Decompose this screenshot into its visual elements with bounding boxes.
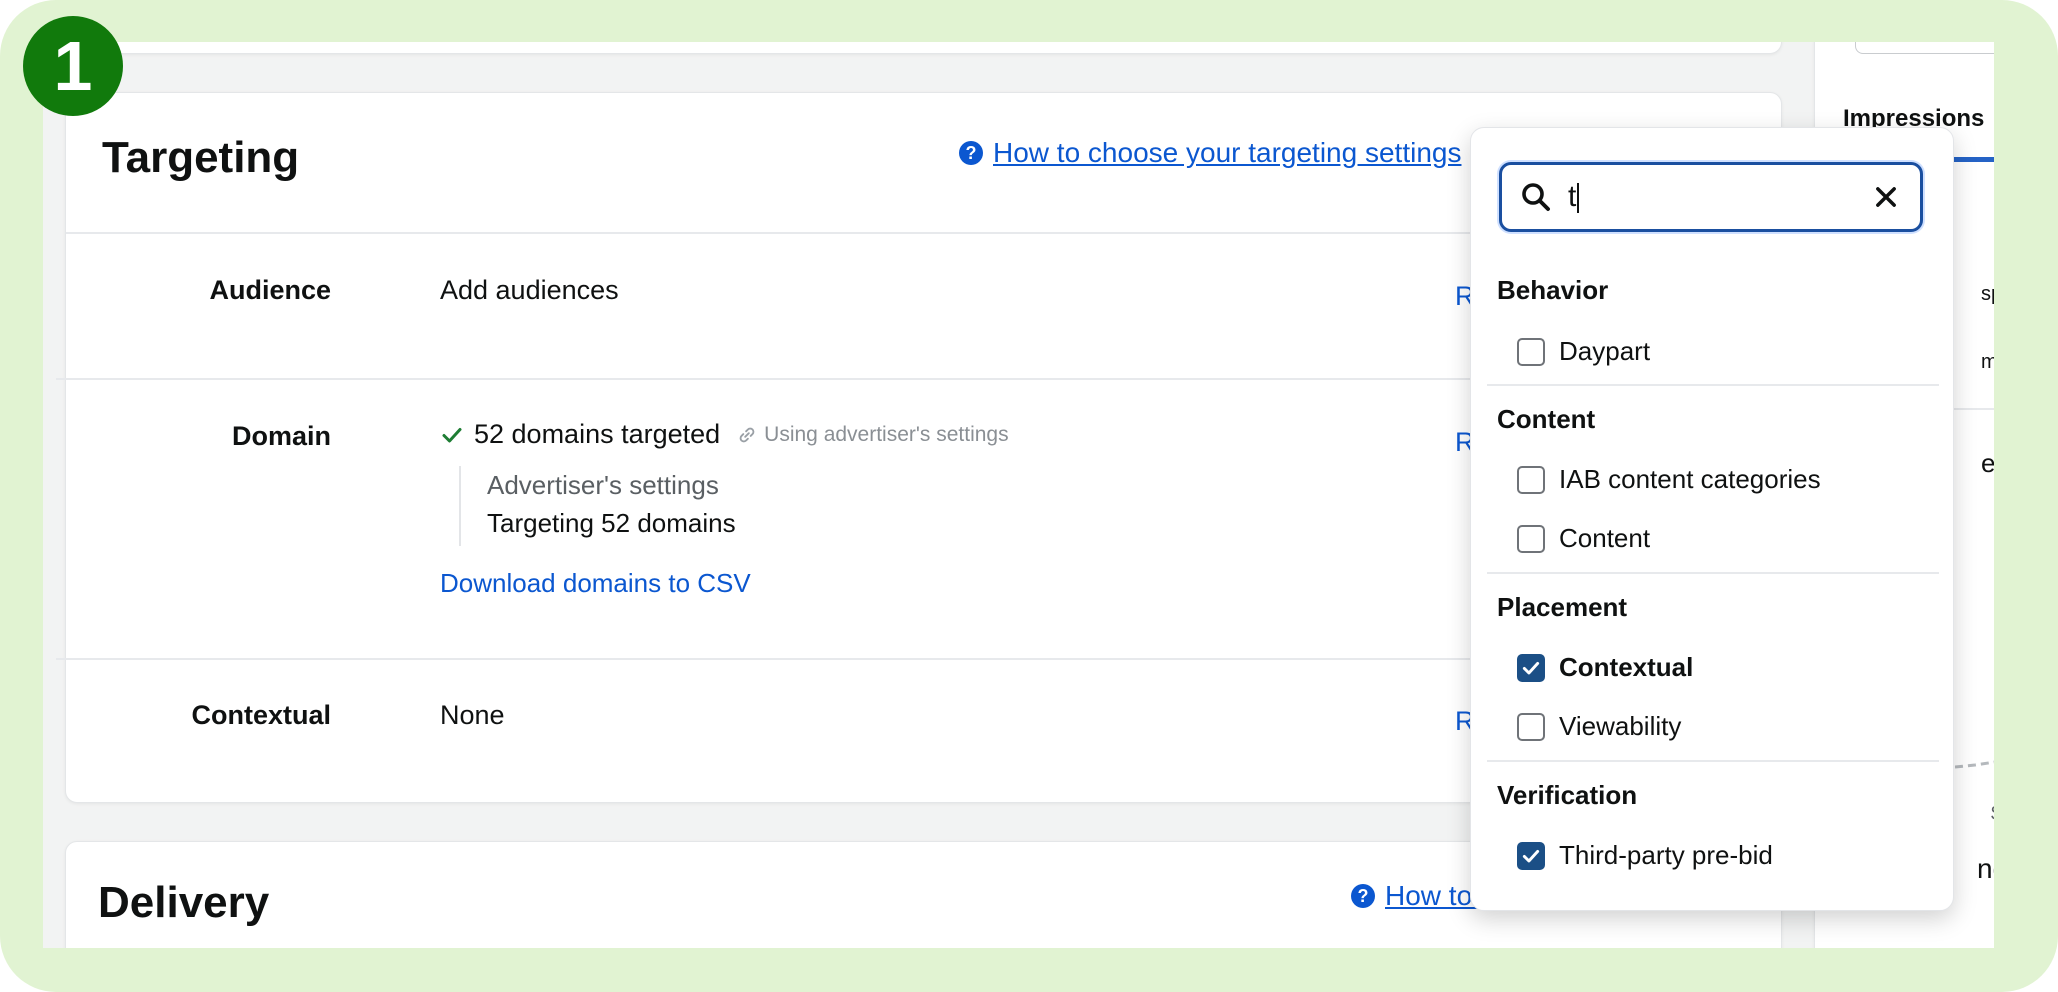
option-label: Third-party pre-bid [1559, 840, 1773, 870]
filter-search-value: t [1568, 180, 1872, 214]
option-viewability[interactable]: Viewability [1517, 711, 1681, 742]
side-clipped-text: nd [1977, 853, 1994, 884]
checkbox-icon[interactable] [1517, 524, 1545, 553]
side-clipped-text: spend [1981, 283, 1994, 305]
question-circle-icon: ? [1351, 884, 1375, 908]
checkbox-icon[interactable] [1517, 465, 1545, 494]
option-third-party-pre-bid[interactable]: Third-party pre-bid [1517, 840, 1773, 871]
step-number-badge: 1 [23, 16, 123, 116]
side-chart-area [1967, 543, 1994, 768]
option-label: Viewability [1559, 711, 1682, 741]
option-daypart[interactable]: Daypart [1517, 336, 1650, 367]
domain-using-advertiser-settings[interactable]: Using advertiser's settings [764, 423, 1008, 447]
checkbox-icon[interactable] [1517, 653, 1545, 682]
divider [1487, 572, 1939, 574]
option-label: Contextual [1559, 652, 1694, 682]
advertiser-settings-value: Targeting 52 domains [487, 508, 736, 538]
audience-label: Audience [209, 275, 331, 305]
filter-search-input[interactable]: t [1499, 162, 1923, 232]
audience-add-link[interactable]: Add audiences [440, 275, 619, 306]
delivery-title: Delivery [98, 878, 270, 927]
previous-section-card [65, 42, 1782, 54]
domain-label: Domain [231, 421, 331, 451]
targeting-help-link[interactable]: ? How to choose your targeting settings [959, 137, 1461, 169]
contextual-value: None [440, 700, 505, 730]
targeting-filter-popover: t Behavior Daypart Content IAB content c… [1470, 127, 1954, 911]
checkbox-icon[interactable] [1517, 841, 1545, 870]
side-chart-line [1955, 760, 1994, 769]
close-icon[interactable] [1872, 183, 1900, 211]
option-label: Content [1559, 523, 1651, 553]
divider [1487, 384, 1939, 386]
domain-status: 52 domains targeted Using advertiser's s… [440, 419, 1009, 450]
side-clipped-text: mpre [1981, 351, 1994, 373]
targeting-help-link-text: How to choose your targeting settings [993, 137, 1462, 168]
domain-value: 52 domains targeted [474, 419, 721, 449]
option-iab-content-categories[interactable]: IAB content categories [1517, 464, 1821, 495]
targeting-title: Targeting [102, 133, 300, 182]
question-circle-icon: ? [959, 141, 983, 165]
option-contextual[interactable]: Contextual [1517, 652, 1693, 683]
download-domains-link[interactable]: Download domains to CSV [440, 568, 751, 599]
advertiser-settings-detail: Advertiser's settings Targeting 52 domai… [459, 466, 736, 546]
link-icon [739, 427, 755, 442]
option-content[interactable]: Content [1517, 523, 1650, 554]
checkbox-icon[interactable] [1517, 337, 1545, 366]
option-label: Daypart [1559, 336, 1651, 366]
option-label: IAB content categories [1559, 464, 1821, 494]
search-icon [1522, 183, 1550, 211]
side-panel-control[interactable] [1855, 42, 1994, 54]
advertiser-settings-title: Advertiser's settings [487, 470, 719, 500]
side-clipped-text: $4 [1991, 803, 1994, 826]
group-title-behavior: Behavior [1497, 275, 1609, 305]
contextual-label: Contextual [191, 700, 331, 730]
group-title-content: Content [1497, 404, 1596, 434]
checkmark-icon [442, 427, 462, 442]
tutorial-frame: 1 Targeting ? How to choose your targeti… [0, 0, 2058, 992]
group-title-verification: Verification [1497, 780, 1638, 810]
side-clipped-text: eativ [1981, 448, 1994, 478]
checkbox-icon[interactable] [1517, 712, 1545, 741]
group-title-placement: Placement [1497, 592, 1628, 622]
divider [1487, 760, 1939, 762]
